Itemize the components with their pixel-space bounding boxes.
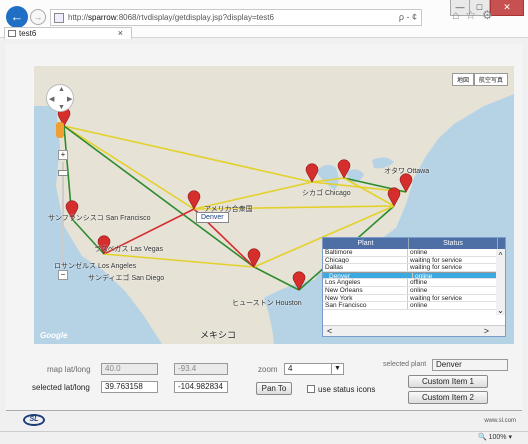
marker-tooltip: Denver bbox=[196, 212, 229, 223]
map-long-field: -93.4 bbox=[174, 363, 228, 375]
tab-test6[interactable]: test6 × bbox=[4, 27, 132, 39]
favorites-icon[interactable]: ☆ bbox=[465, 8, 476, 22]
cell-status: online bbox=[410, 249, 428, 256]
close-window-button[interactable]: ✕ bbox=[490, 0, 524, 16]
company-logo: SL bbox=[23, 414, 45, 426]
address-bar[interactable]: http://sparrow:8068/rtvdisplay/getdispla… bbox=[50, 9, 422, 26]
table-row[interactable]: Dallas waiting for service bbox=[323, 264, 496, 272]
url-text: http://sparrow:8068/rtvdisplay/getdispla… bbox=[68, 13, 274, 22]
cell-status: offline bbox=[410, 279, 428, 286]
label-los-angeles: ロサンゼルス Los Angeles bbox=[54, 263, 137, 270]
street-view-pegman-icon[interactable] bbox=[56, 122, 64, 138]
pan-down-icon[interactable]: ▼ bbox=[58, 104, 65, 111]
use-status-icons-checkbox[interactable] bbox=[307, 385, 315, 393]
map-lat-field: 40.0 bbox=[101, 363, 158, 375]
map-type-map-button[interactable]: 地図 bbox=[451, 73, 474, 86]
table-row[interactable]: New York waiting for service bbox=[323, 294, 496, 303]
zoom-out-button[interactable]: − bbox=[58, 270, 68, 280]
zoom-select-value: 4 bbox=[288, 364, 293, 373]
browser-toolbar: ⌂ ☆ ⚙ bbox=[452, 8, 493, 22]
scroll-down-icon[interactable]: ⌄ bbox=[496, 306, 505, 315]
pan-control[interactable]: ▲ ▼ ◀ ▶ bbox=[46, 84, 74, 112]
zoom-in-button[interactable]: + bbox=[58, 150, 68, 160]
scroll-right-icon[interactable]: > bbox=[484, 326, 489, 336]
cell-plant: New York bbox=[323, 294, 409, 302]
forward-button[interactable]: → bbox=[30, 9, 46, 25]
label-mexico: メキシコ bbox=[200, 330, 237, 340]
pan-up-icon[interactable]: ▲ bbox=[58, 86, 65, 93]
label-san-diego: サンディエゴ San Diego bbox=[88, 275, 165, 282]
column-header-plant[interactable]: Plant bbox=[323, 238, 409, 249]
tab-page-icon bbox=[8, 30, 16, 37]
google-logo: Google bbox=[40, 331, 68, 340]
cell-plant: Los Angeles bbox=[323, 279, 409, 286]
cell-status: waiting for service bbox=[410, 264, 463, 271]
tab-title: test6 bbox=[19, 29, 37, 38]
column-header-status[interactable]: Status bbox=[409, 238, 498, 249]
table-body: Baltimore online Chicago waiting for servic… bbox=[323, 249, 503, 310]
cell-plant: Denver bbox=[327, 272, 413, 279]
cell-status: waiting for service bbox=[410, 256, 463, 264]
cell-status: waiting for service bbox=[410, 294, 463, 302]
zoom-label: zoom bbox=[258, 365, 278, 374]
cell-status: online bbox=[410, 302, 428, 309]
table-header: Plant Status bbox=[323, 238, 505, 249]
pan-right-icon[interactable]: ▶ bbox=[67, 95, 72, 103]
horizontal-scrollbar[interactable]: < > bbox=[323, 325, 505, 336]
table-row[interactable]: Chicago waiting for service bbox=[323, 256, 496, 265]
cell-plant: New Orleans bbox=[323, 286, 409, 294]
pan-left-icon[interactable]: ◀ bbox=[49, 95, 54, 103]
plant-status-table: Plant Status Baltimore online Chicago waiti… bbox=[322, 237, 506, 337]
label-las-vegas: ラスベガス Las Vegas bbox=[94, 246, 164, 253]
map-type-control: 地図 航空写真 bbox=[451, 73, 508, 86]
label-san-francisco: サンフランシスコ San Francisco bbox=[48, 215, 151, 222]
table-row[interactable]: Denver online bbox=[323, 271, 503, 280]
zoom-slider-handle[interactable] bbox=[58, 170, 68, 176]
cell-plant: San Francisco bbox=[323, 302, 409, 309]
selected-long-field[interactable]: -104.982834 bbox=[174, 381, 228, 393]
label-houston: ヒューストン Houston bbox=[232, 300, 302, 307]
vertical-scrollbar[interactable]: ^ ⌄ bbox=[496, 249, 505, 315]
cell-status: online bbox=[410, 286, 428, 294]
cell-status: online bbox=[415, 272, 433, 279]
browser-zoom-level[interactable]: 🔍 100% ▾ bbox=[478, 433, 512, 441]
table-row[interactable]: Baltimore online bbox=[323, 249, 496, 257]
tab-close-icon[interactable]: × bbox=[118, 28, 123, 38]
selected-lat-field[interactable]: 39.763158 bbox=[101, 381, 158, 393]
table-row[interactable]: San Francisco online bbox=[323, 302, 496, 310]
pan-to-button[interactable]: Pan To bbox=[256, 382, 292, 395]
home-icon[interactable]: ⌂ bbox=[452, 8, 459, 22]
browser-statusbar: 🔍 100% ▾ bbox=[0, 431, 528, 444]
custom-item-2-button[interactable]: Custom Item 2 bbox=[408, 391, 488, 404]
zoom-select[interactable]: 4 ▼ bbox=[284, 363, 344, 375]
page-icon bbox=[54, 13, 64, 23]
map-latlong-label: map lat/long bbox=[47, 365, 91, 374]
table-row[interactable]: New Orleans online bbox=[323, 286, 496, 295]
scroll-up-icon[interactable]: ^ bbox=[496, 251, 505, 260]
label-ottawa: オタワ Ottawa bbox=[384, 168, 430, 175]
footer-url[interactable]: www.sl.com bbox=[484, 418, 516, 424]
use-status-icons-label: use status icons bbox=[318, 385, 376, 394]
selected-latlong-label: selected lat/long bbox=[32, 383, 90, 392]
cell-plant: Baltimore bbox=[323, 249, 409, 256]
search-refresh-icon[interactable]: ρ - ¢ bbox=[399, 12, 417, 22]
custom-item-1-button[interactable]: Custom Item 1 bbox=[408, 375, 488, 388]
browser-titlebar: — □ ✕ ← → http://sparrow:8068/rtvdisplay… bbox=[0, 0, 528, 39]
back-button[interactable]: ← bbox=[6, 6, 28, 28]
label-chicago: シカゴ Chicago bbox=[302, 190, 351, 197]
map-type-satellite-button[interactable]: 航空写真 bbox=[473, 73, 508, 86]
chevron-down-icon[interactable]: ▼ bbox=[331, 364, 343, 374]
cell-plant: Chicago bbox=[323, 256, 409, 264]
table-row[interactable]: Los Angeles offline bbox=[323, 279, 496, 287]
selected-plant-field: Denver bbox=[432, 359, 508, 371]
footer-divider bbox=[6, 410, 522, 411]
selected-plant-label: selected plant bbox=[383, 361, 427, 368]
scroll-left-icon[interactable]: < bbox=[327, 326, 332, 336]
settings-gear-icon[interactable]: ⚙ bbox=[482, 8, 493, 22]
cell-plant: Dallas bbox=[323, 264, 409, 271]
